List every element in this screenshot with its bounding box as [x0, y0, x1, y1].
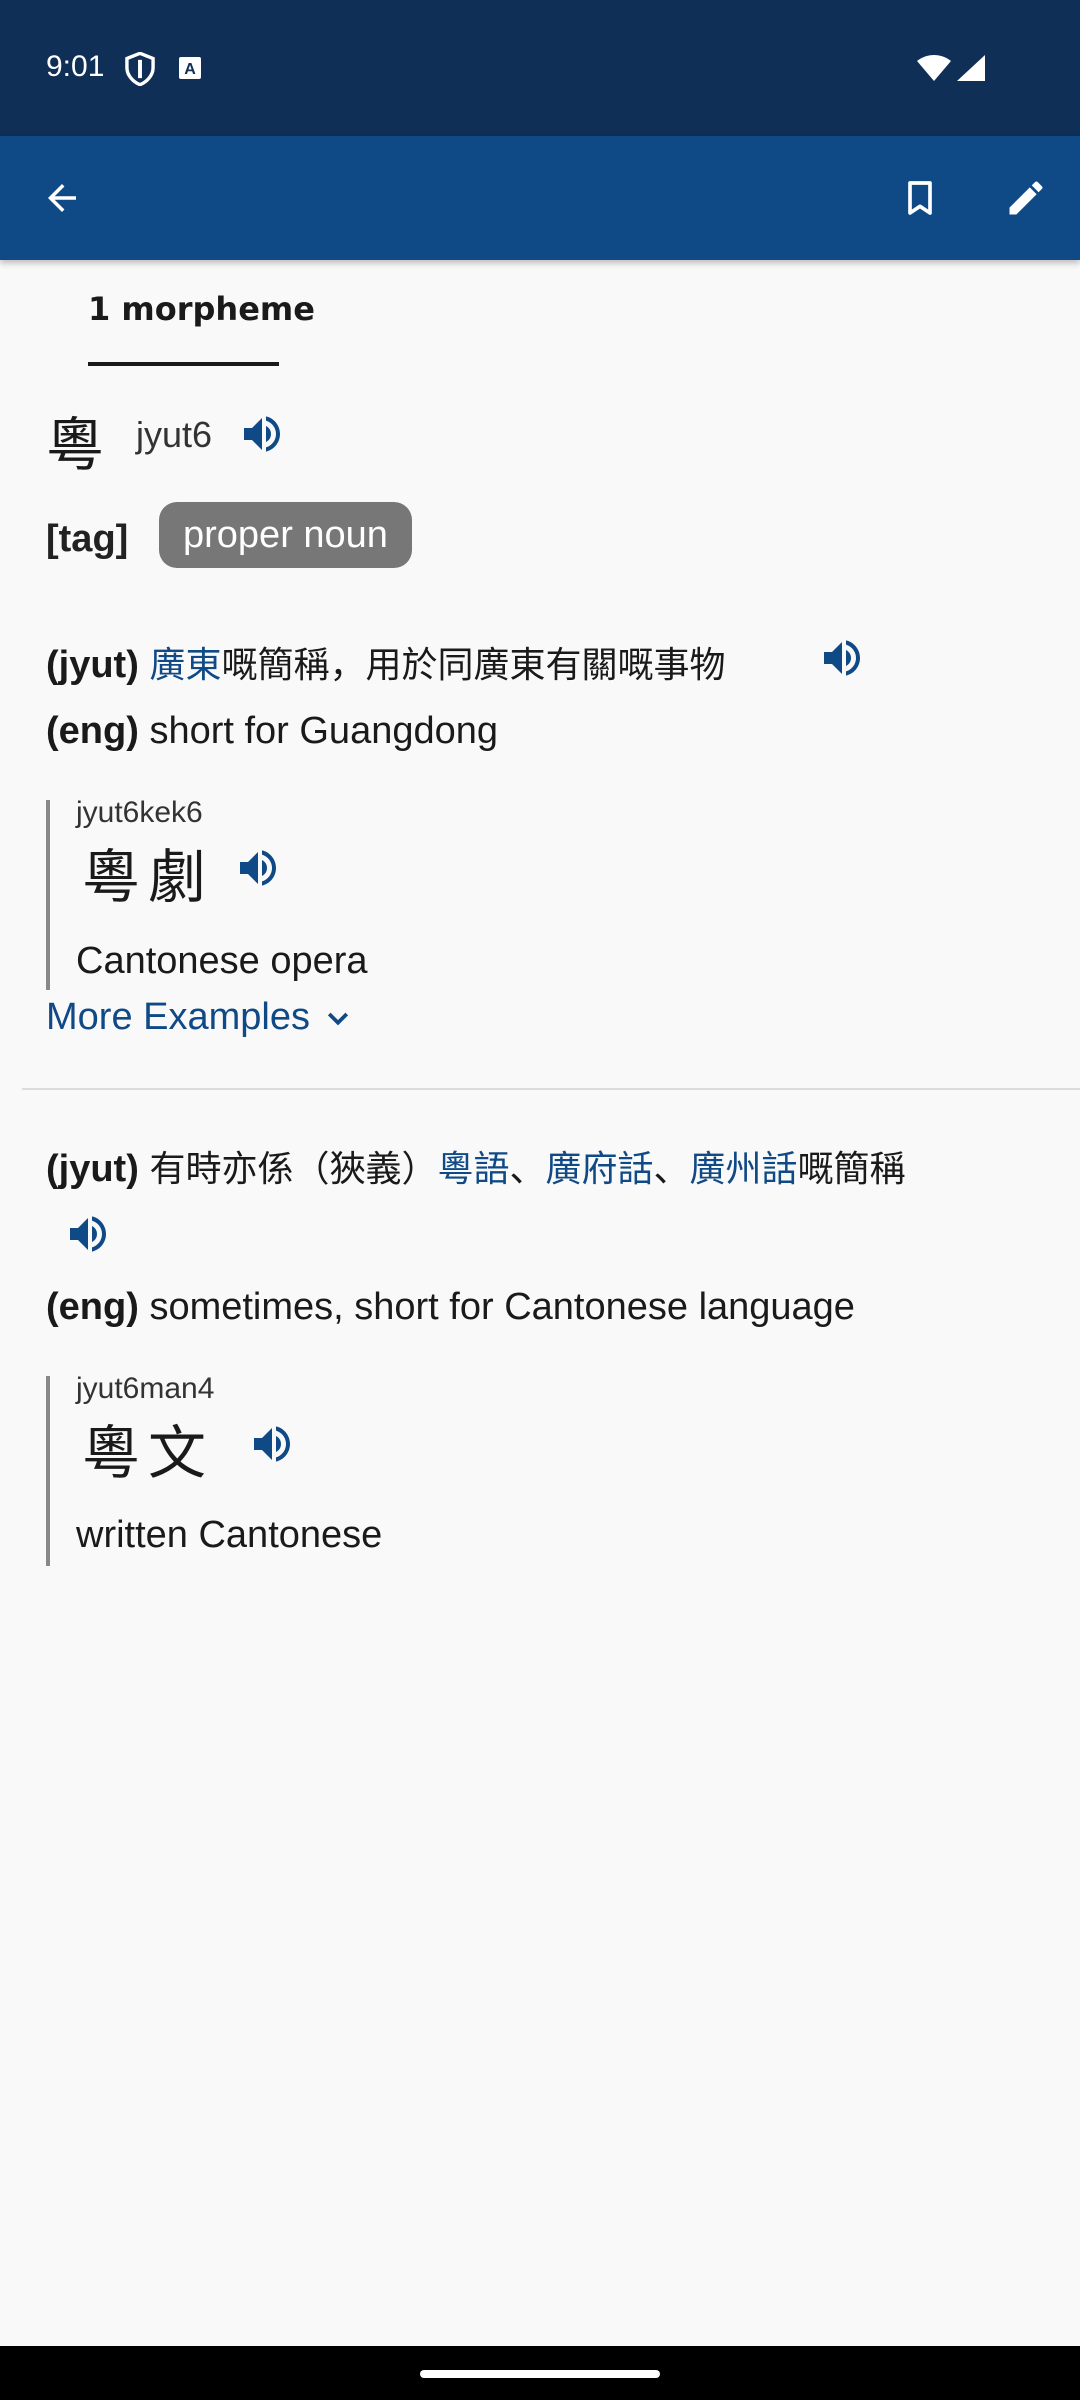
- link-guangzhou-dialect[interactable]: 廣州話: [690, 1149, 798, 1190]
- tab-indicator: [88, 362, 279, 366]
- definition-1-jyut: (jyut) 廣東嘅簡稱，用於同廣東有關嘅事物: [46, 636, 725, 688]
- wifi-icon: [917, 55, 951, 81]
- speaker-icon[interactable]: [234, 844, 282, 892]
- definition-1-eng-text: short for Guangdong: [149, 710, 499, 752]
- separator: 、: [509, 1149, 546, 1190]
- definition-1-jyut-text: 嘅簡稱，用於同廣東有關嘅事物: [221, 645, 726, 686]
- edit-pencil-icon: [1009, 181, 1043, 215]
- back-button[interactable]: [14, 136, 110, 260]
- example-1-chars: 粵劇: [82, 843, 215, 911]
- tag-label: [tag]: [46, 518, 129, 560]
- example-2-chars: 粵文: [82, 1419, 215, 1487]
- link-guangfu-dialect[interactable]: 廣府話: [545, 1149, 653, 1190]
- definition-1-eng: (eng) short for Guangdong: [46, 710, 498, 753]
- bookmark-button[interactable]: [872, 136, 968, 260]
- separator: 、: [653, 1149, 690, 1190]
- signal-icon: [957, 55, 985, 81]
- example-2-jyutping: jyut6man4: [76, 1372, 215, 1405]
- divider: [22, 1088, 1080, 1090]
- definition-2-jyut: (jyut) 有時亦係（狹義）粵語、廣府話、廣州話嘅簡稱: [46, 1140, 906, 1192]
- app-bar: [0, 136, 1080, 260]
- speaker-icon[interactable]: [238, 410, 286, 458]
- home-gesture-handle[interactable]: [420, 2370, 660, 2378]
- definition-2-jyut-text-a: 有時亦係（狹義）: [149, 1149, 438, 1190]
- headword-jyutping: jyut6: [136, 414, 213, 455]
- definition-2-eng: (eng) sometimes, short for Cantonese lan…: [46, 1286, 855, 1329]
- svg-text:A: A: [184, 61, 196, 78]
- eng-prefix: (eng): [46, 710, 139, 752]
- speaker-icon[interactable]: [64, 1210, 112, 1258]
- example-1-eng: Cantonese opera: [76, 940, 368, 982]
- edit-button[interactable]: [978, 136, 1074, 260]
- speaker-icon[interactable]: [248, 1420, 296, 1468]
- jyut-prefix: (jyut): [46, 644, 139, 686]
- example-2-eng: written Cantonese: [76, 1514, 383, 1556]
- back-arrow-icon: [48, 184, 76, 212]
- shield-icon: [125, 52, 155, 86]
- tab-morphemes[interactable]: 1 morpheme: [88, 290, 315, 328]
- jyut-prefix: (jyut): [46, 1148, 139, 1190]
- example-1-jyutping: jyut6kek6: [76, 796, 203, 829]
- link-guangdong[interactable]: 廣東: [149, 645, 221, 686]
- link-cantonese-language[interactable]: 粵語: [437, 1149, 509, 1190]
- example-2-bar: [46, 1376, 50, 1566]
- definition-2-eng-text: sometimes, short for Cantonese language: [149, 1286, 855, 1328]
- more-examples-label: More Examples: [46, 996, 310, 1038]
- bookmark-icon: [908, 181, 932, 215]
- headword-char: 粵: [46, 411, 105, 479]
- tag-chip: proper noun: [159, 502, 412, 568]
- status-time: 9:01: [46, 50, 105, 83]
- chevron-down-icon: [327, 1012, 348, 1026]
- more-examples-button[interactable]: More Examples: [46, 996, 355, 1039]
- status-bar: 9:01 A: [0, 0, 1080, 136]
- example-1-bar: [46, 800, 50, 990]
- eng-prefix: (eng): [46, 1286, 139, 1328]
- a-box-icon: A: [179, 57, 201, 79]
- speaker-icon[interactable]: [818, 634, 866, 682]
- definition-2-jyut-text-b: 嘅簡稱: [797, 1149, 906, 1190]
